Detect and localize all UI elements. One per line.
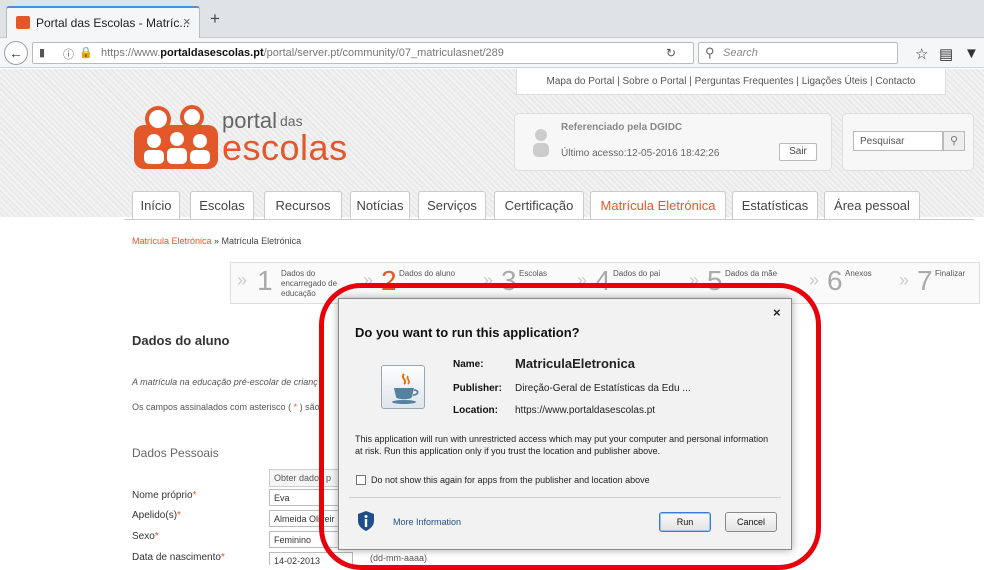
url-text[interactable]: https://www.portaldasescolas.pt/portal/s… <box>101 47 504 59</box>
intro-text: A matrícula na educação pré-escolar de c… <box>132 377 318 387</box>
step-label: Escolas <box>519 269 548 278</box>
breadcrumb-current: » Matrícula Eletrónica <box>211 236 302 246</box>
step-arrow-icon: » <box>237 270 248 290</box>
section-title: Dados do aluno <box>132 333 230 348</box>
search-icon: ⚲ <box>705 45 715 60</box>
star-icon[interactable]: ☆ <box>915 45 928 63</box>
logout-button[interactable]: Sair <box>779 143 817 161</box>
step-label: Anexos <box>845 269 872 278</box>
search-icon[interactable]: ⚲ <box>943 131 965 151</box>
reading-list-icon[interactable]: ▤ <box>939 45 953 63</box>
step-number: 7 <box>917 265 933 296</box>
menu-tab-area-pessoal[interactable]: Área pessoal <box>824 191 920 220</box>
browser-tab[interactable]: Portal das Escolas - Matríc... × <box>6 6 200 38</box>
step-number: 1 <box>257 265 273 296</box>
step-6[interactable]: » 6 Anexos <box>807 263 893 303</box>
site-favicon-icon <box>16 16 30 29</box>
info-circle-icon[interactable]: ⓘ <box>63 46 74 62</box>
step-label: Dados do pai <box>613 269 661 278</box>
menu-tab-recursos[interactable]: Recursos <box>264 191 342 220</box>
avatar <box>533 129 549 157</box>
user-referenced-text: Referenciado pela DGIDC <box>561 122 683 133</box>
annotation-highlight-ring <box>319 283 821 570</box>
field-label-nascimento: Data de nascimento* <box>132 552 225 563</box>
browser-search-bar[interactable]: ⚲ Search <box>698 42 898 64</box>
tab-close-icon[interactable]: × <box>183 14 191 29</box>
step-label: Finalizar <box>935 269 966 278</box>
menu-tab-matricula-eletronica[interactable]: Matrícula Eletrónica <box>590 191 726 220</box>
breadcrumb-link[interactable]: Matrícula Eletrónica <box>132 236 212 246</box>
step-7[interactable]: » 7 Finalizar <box>897 263 979 303</box>
menu-tab-estatisticas[interactable]: Estatísticas <box>732 191 818 220</box>
browser-nav-bar: ← ▮ ⓘ 🔒 https://www.portaldasescolas.pt/… <box>0 38 984 68</box>
logo-text-escolas: escolas <box>222 127 348 168</box>
step-label: Dados da mãe <box>725 269 778 278</box>
top-links[interactable]: Mapa do Portal | Sobre o Portal | Pergun… <box>516 69 946 95</box>
portal-escolas-logo-icon <box>134 105 218 169</box>
lock-icon: 🔒 <box>79 47 93 59</box>
site-search-panel: Pesquisar ⚲ <box>842 113 974 171</box>
user-panel: Referenciado pela DGIDC Último acesso:12… <box>514 113 832 171</box>
step-arrow-icon: » <box>899 270 910 290</box>
menu-tab-noticias[interactable]: Notícias <box>350 191 410 220</box>
field-label-apelido: Apelido(s)* <box>132 510 181 521</box>
reload-icon[interactable]: ↻ <box>666 46 676 60</box>
menu-tab-escolas[interactable]: Escolas <box>190 191 254 220</box>
site-search-input[interactable]: Pesquisar <box>853 131 943 151</box>
search-placeholder: Search <box>723 47 758 59</box>
required-note: Os campos assinalados com asterisco ( * … <box>132 402 320 412</box>
history-icon[interactable]: ▮ <box>39 46 45 59</box>
menu-tab-certificacao[interactable]: Certificação <box>494 191 584 220</box>
personal-data-title: Dados Pessoais <box>132 446 219 460</box>
pocket-icon[interactable]: ▼ <box>964 45 979 62</box>
tab-title: Portal das Escolas - Matríc... <box>36 16 190 30</box>
menu-tab-servicos[interactable]: Serviços <box>418 191 486 220</box>
url-bar[interactable]: ▮ ⓘ 🔒 https://www.portaldasescolas.pt/po… <box>32 42 694 64</box>
last-access-text: Último acesso:12-05-2016 18:42:26 <box>561 148 720 159</box>
breadcrumb: Matrícula Eletrónica » Matrícula Eletrón… <box>132 236 301 246</box>
browser-tab-bar: Portal das Escolas - Matríc... × + <box>0 0 984 38</box>
menu-tab-inicio[interactable]: Início <box>132 191 180 220</box>
field-label-nome: Nome próprio* <box>132 490 197 501</box>
main-menu: Início Escolas Recursos Notícias Serviço… <box>0 187 984 220</box>
step-label: Dados do aluno <box>399 269 456 278</box>
menu-divider <box>124 219 974 220</box>
step-number: 6 <box>827 265 843 296</box>
new-tab-icon[interactable]: + <box>210 9 220 29</box>
step-arrow-icon: » <box>809 270 820 290</box>
back-arrow-icon[interactable]: ← <box>4 41 28 65</box>
field-label-sexo: Sexo* <box>132 531 159 542</box>
